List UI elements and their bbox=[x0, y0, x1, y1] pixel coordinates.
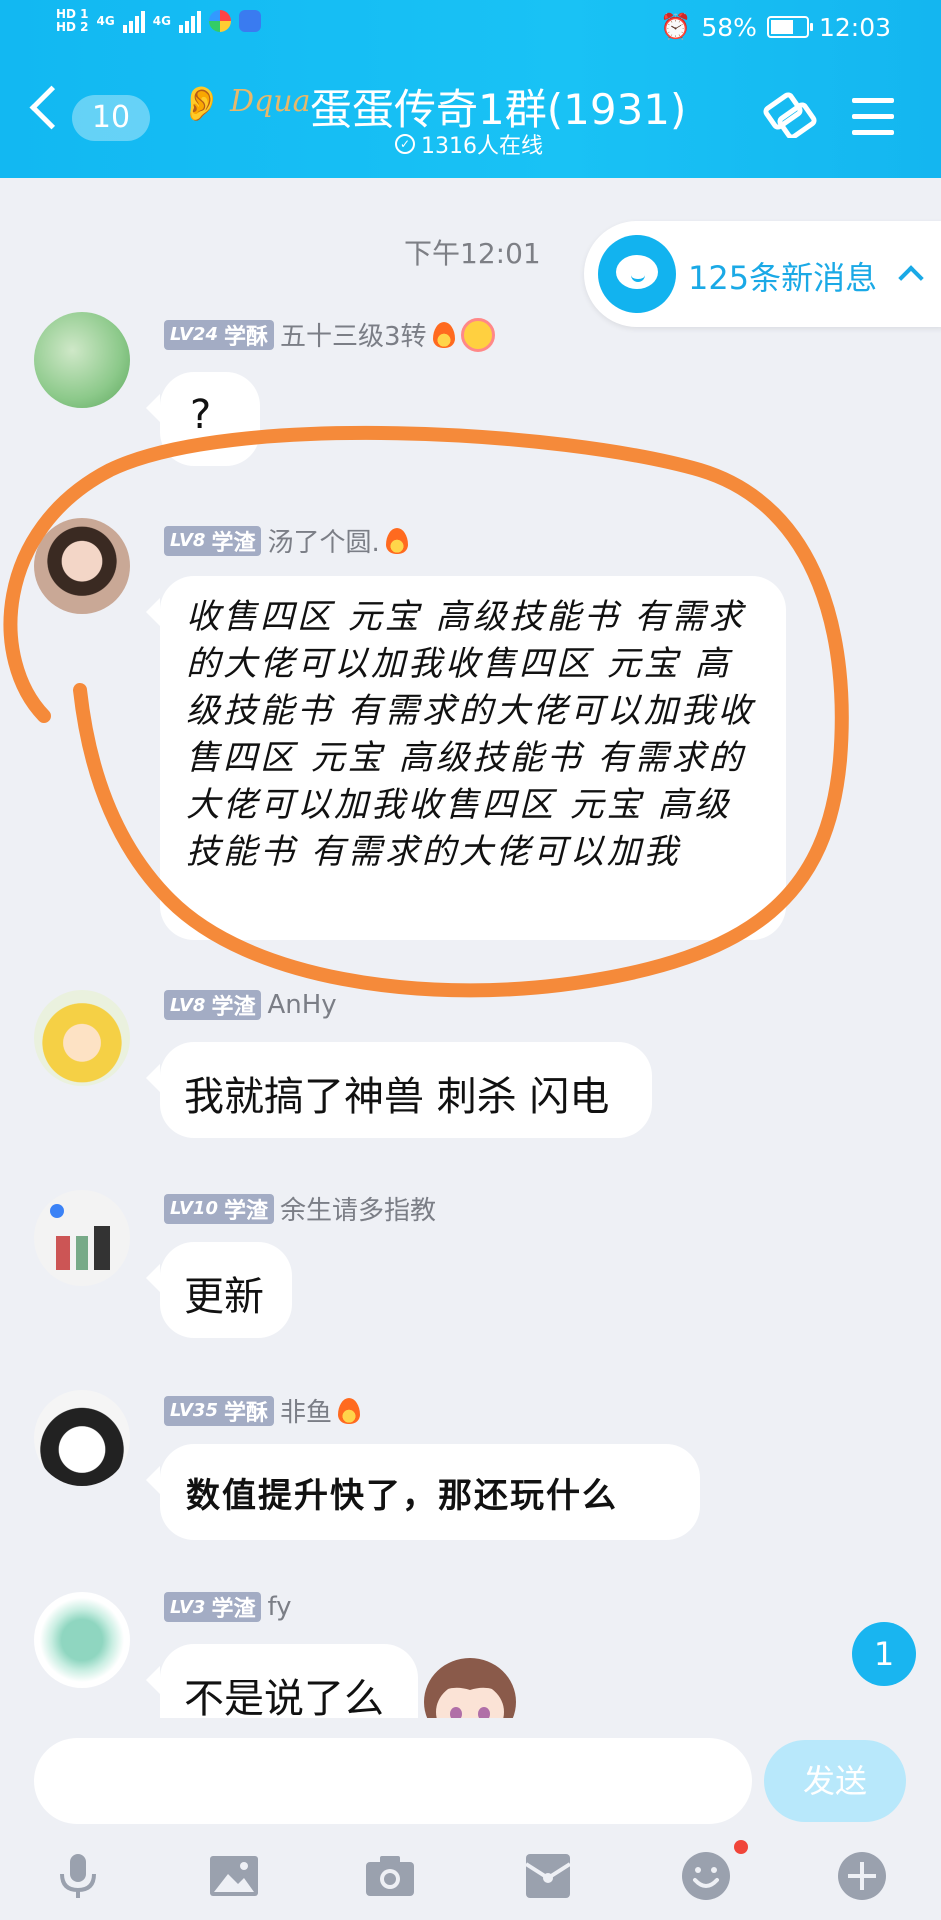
avatar[interactable] bbox=[34, 1190, 130, 1286]
fire-icon bbox=[385, 527, 408, 554]
status-right: ⏰ 58% 12:03 bbox=[660, 12, 891, 42]
bottom-toolbar bbox=[0, 1828, 941, 1920]
avatar[interactable] bbox=[34, 1390, 130, 1486]
sender-meta: LV24 学酥 五十三级3转 bbox=[164, 316, 495, 353]
new-messages-button[interactable]: 125条新消息 bbox=[584, 221, 941, 327]
app-notification-icon bbox=[208, 10, 231, 32]
message-bubble[interactable]: 不是说了么 bbox=[146, 1644, 418, 1722]
sender-name[interactable]: 汤了个圆. bbox=[267, 522, 379, 559]
avatar[interactable] bbox=[34, 990, 130, 1086]
signal-icon-2 bbox=[178, 9, 201, 33]
sender-meta: LV8 学渣 AnHy bbox=[164, 990, 337, 1020]
sender-name[interactable]: fy bbox=[267, 1592, 291, 1622]
clock: 12:03 bbox=[818, 12, 891, 42]
avatar[interactable] bbox=[34, 518, 130, 614]
sender-name[interactable]: 非鱼 bbox=[280, 1392, 332, 1429]
fire-icon bbox=[338, 1397, 361, 1424]
level-badge: LV3 学渣 bbox=[164, 1592, 262, 1622]
sender-name[interactable]: 余生请多指教 bbox=[280, 1190, 436, 1227]
level-badge: LV8 学渣 bbox=[164, 525, 262, 556]
message-input[interactable] bbox=[34, 1738, 752, 1824]
sender-meta: LV10 学渣 余生请多指教 bbox=[164, 1190, 436, 1227]
image-icon[interactable] bbox=[208, 1850, 260, 1902]
network-label-1: 4G bbox=[96, 14, 115, 28]
smiley-badge-icon bbox=[460, 317, 495, 352]
fire-icon bbox=[432, 321, 455, 348]
bulb-app-icon bbox=[238, 10, 261, 32]
input-bar: 发送 bbox=[0, 1718, 941, 1828]
notification-dot bbox=[734, 1840, 748, 1854]
avatar[interactable] bbox=[34, 312, 130, 408]
ear-icon[interactable]: 👂 bbox=[180, 84, 222, 124]
message-bubble[interactable]: 数值提升快了，那还玩什么 bbox=[146, 1444, 700, 1540]
message-bubble[interactable]: 我就搞了神兽 刺杀 闪电 bbox=[146, 1042, 652, 1138]
unread-badge[interactable]: 1 bbox=[852, 1622, 916, 1686]
check-circle-icon: ✓ bbox=[395, 134, 415, 154]
network-label-2: 4G bbox=[152, 14, 171, 28]
sender-name[interactable]: AnHy bbox=[267, 990, 336, 1020]
plus-icon[interactable] bbox=[836, 1850, 888, 1902]
sender-meta: LV35 学酥 非鱼 bbox=[164, 1392, 361, 1429]
timestamp: 下午12:01 bbox=[404, 237, 541, 270]
level-badge: LV8 学渣 bbox=[164, 990, 262, 1020]
sender-meta: LV8 学渣 汤了个圆. bbox=[164, 522, 408, 559]
avatar[interactable] bbox=[34, 1592, 130, 1688]
battery-percent: 58% bbox=[701, 12, 757, 42]
message-bubble[interactable]: 更新 bbox=[146, 1242, 292, 1338]
level-badge: LV10 学渣 bbox=[164, 1193, 274, 1224]
sender-meta: LV3 学渣 fy bbox=[164, 1592, 292, 1622]
level-badge: LV24 学酥 bbox=[164, 319, 274, 350]
back-unread-count[interactable]: 10 bbox=[72, 95, 150, 141]
menu-icon[interactable] bbox=[852, 98, 894, 136]
group-app-icon[interactable] bbox=[760, 92, 818, 138]
status-bar: HD 1 HD 2 4G 4G ⏰ 58% 12:03 bbox=[0, 0, 941, 58]
chevron-up-icon bbox=[898, 265, 924, 291]
camera-icon[interactable] bbox=[364, 1850, 416, 1902]
alarm-icon: ⏰ bbox=[660, 12, 692, 41]
battery-icon bbox=[766, 16, 813, 38]
group-logo: Dqua bbox=[230, 84, 311, 119]
level-badge: LV35 学酥 bbox=[164, 1395, 274, 1426]
signal-icon bbox=[122, 9, 145, 33]
sim-labels: HD 1 HD 2 bbox=[56, 7, 89, 34]
message-bubble-icon bbox=[598, 235, 676, 313]
red-packet-icon[interactable] bbox=[522, 1850, 574, 1902]
message-bubble[interactable]: 收售四区 元宝 高级技能书 有需求的大佬可以加我收售四区 元宝 高级技能书 有需… bbox=[146, 576, 786, 940]
microphone-icon[interactable] bbox=[52, 1850, 104, 1902]
chat-header: HD 1 HD 2 4G 4G ⏰ 58% 12:03 10 👂 Dqua 蛋蛋… bbox=[0, 0, 941, 178]
online-status: ✓ 1316人在线 bbox=[395, 128, 543, 160]
status-left: HD 1 HD 2 4G 4G bbox=[56, 8, 261, 34]
back-icon[interactable] bbox=[29, 85, 74, 130]
send-button[interactable]: 发送 bbox=[764, 1740, 906, 1822]
sender-name[interactable]: 五十三级3转 bbox=[280, 316, 427, 353]
emoji-icon[interactable] bbox=[680, 1850, 732, 1902]
message-bubble[interactable]: ? bbox=[146, 372, 260, 466]
